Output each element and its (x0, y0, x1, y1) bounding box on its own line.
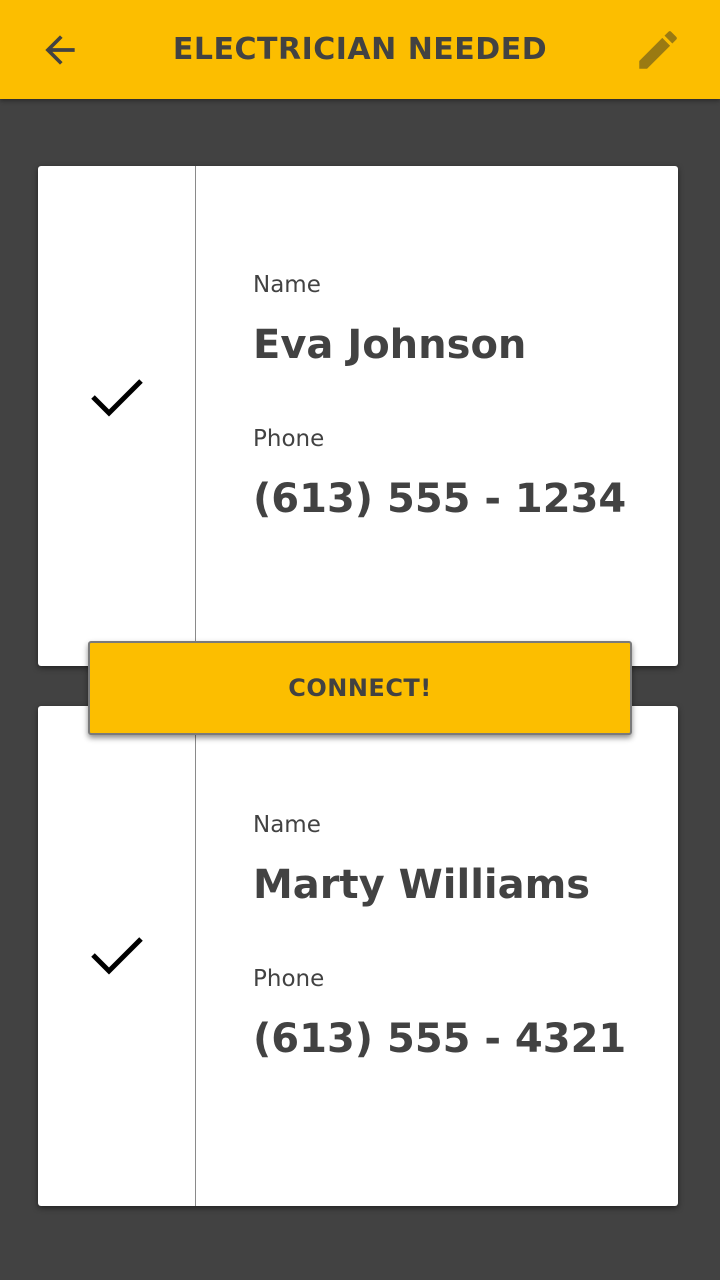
checkmark-icon (91, 937, 143, 975)
page-title: ELECTRICIAN NEEDED (172, 32, 548, 67)
contact-name: Eva Johnson (253, 322, 527, 368)
contact-select-toggle[interactable] (38, 166, 196, 666)
contact-phone: (613) 555 - 4321 (253, 1016, 627, 1062)
contact-card: Name Marty Williams Phone (613) 555 - 43… (38, 706, 678, 1206)
phone-label: Phone (253, 426, 325, 452)
contact-name: Marty Williams (253, 862, 591, 908)
app-bar: ELECTRICIAN NEEDED (0, 0, 720, 99)
name-label: Name (253, 272, 321, 298)
phone-label: Phone (253, 966, 325, 992)
pencil-icon (639, 31, 677, 69)
connect-button[interactable]: CONNECT! (88, 641, 632, 735)
contact-phone: (613) 555 - 1234 (253, 476, 627, 522)
back-button[interactable] (30, 22, 90, 78)
contact-select-toggle[interactable] (38, 706, 196, 1206)
checkmark-icon (91, 379, 143, 417)
contact-card: Name Eva Johnson Phone (613) 555 - 1234 (38, 166, 678, 666)
edit-button[interactable] (628, 20, 688, 80)
arrow-left-icon (45, 35, 75, 65)
name-label: Name (253, 812, 321, 838)
